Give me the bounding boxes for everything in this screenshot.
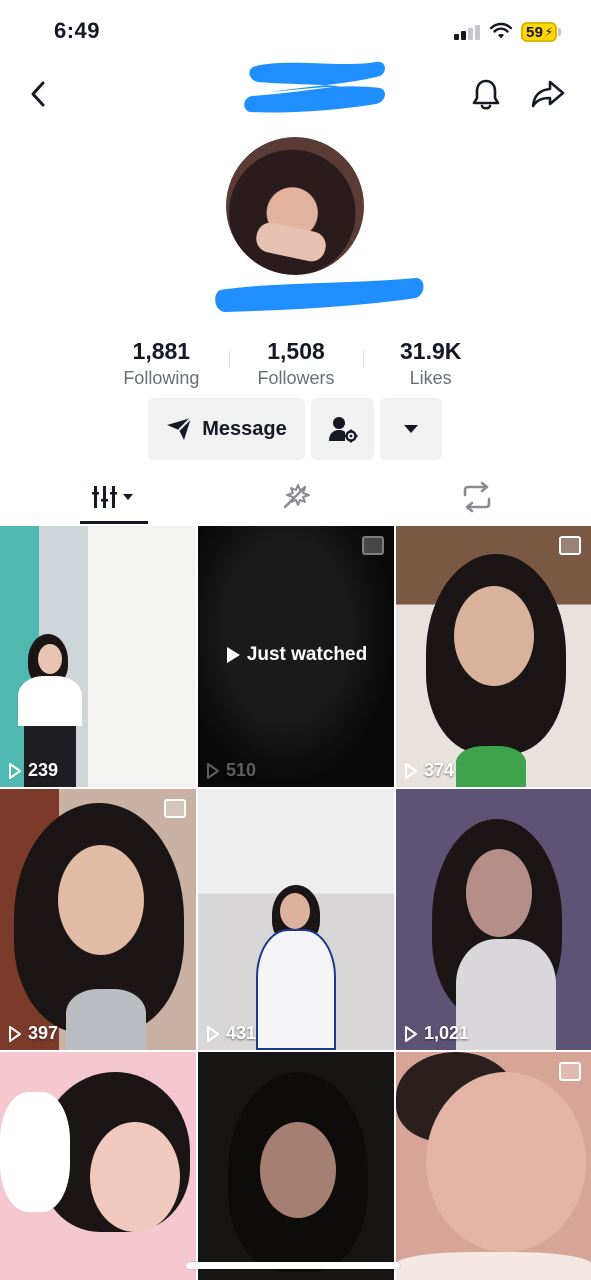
view-count: 397 <box>8 1023 58 1044</box>
share-profile-button[interactable] <box>526 74 570 114</box>
repost-icon <box>463 481 491 513</box>
bell-icon <box>472 79 500 110</box>
stat-count: 1,881 <box>132 338 191 364</box>
follow-settings-button[interactable] <box>311 398 374 460</box>
view-count: 374 <box>404 760 454 781</box>
stat-label: Following <box>123 368 200 388</box>
charging-bolt-icon: ⚡ <box>544 25 553 39</box>
stat-count: 31.9K <box>399 338 462 364</box>
battery-icon: 59 ⚡ <box>521 22 557 42</box>
video-thumbnail[interactable]: 239 <box>0 526 196 787</box>
stat-followers[interactable]: 1,508 Followers <box>228 336 364 392</box>
photo-post-icon <box>559 536 581 555</box>
view-count-value: 510 <box>226 760 257 780</box>
chevron-left-icon <box>31 81 45 107</box>
photo-post-icon <box>559 1062 581 1081</box>
thumbnail-face <box>454 586 534 686</box>
thumbnail-shirt <box>396 1252 591 1280</box>
play-outline-icon <box>207 1025 219 1042</box>
play-outline-icon <box>9 1025 21 1042</box>
view-count-value: 397 <box>28 1023 59 1043</box>
view-count: 1,021 <box>404 1023 469 1044</box>
video-thumbnail-just-watched[interactable]: Just watched 510 <box>198 526 394 787</box>
avatar-photo-detail <box>253 220 329 264</box>
play-outline-icon <box>405 1025 417 1042</box>
send-paper-plane-icon <box>167 417 192 440</box>
thumbnail-face <box>466 849 532 937</box>
stat-following[interactable]: 1,881 Following <box>94 336 229 392</box>
video-thumbnail[interactable] <box>198 1052 394 1280</box>
profile-avatar[interactable] <box>226 137 364 275</box>
video-thumbnail[interactable]: 431 <box>198 789 394 1050</box>
wifi-icon <box>490 22 512 39</box>
play-filled-icon <box>226 647 240 663</box>
video-thumbnail[interactable] <box>396 1052 591 1280</box>
message-button-label: Message <box>202 417 287 440</box>
stat-divider <box>363 350 365 368</box>
share-arrow-icon <box>531 80 565 108</box>
redacted-display-name <box>215 278 424 312</box>
battery-nub <box>558 28 561 36</box>
thumbnail-shirt <box>18 676 82 726</box>
view-count-value: 374 <box>424 760 455 780</box>
thumbnail-face <box>426 1072 586 1252</box>
redacted-username <box>244 61 385 113</box>
just-watched-label: Just watched <box>198 644 394 666</box>
tab-videos[interactable] <box>80 470 148 524</box>
battery-level: 59 <box>526 24 544 41</box>
message-button[interactable]: Message <box>148 398 305 460</box>
active-tab-indicator <box>80 521 148 524</box>
video-thumbnail[interactable] <box>0 1052 196 1280</box>
stat-likes[interactable]: 31.9K Likes <box>363 336 498 392</box>
home-indicator <box>186 1262 400 1269</box>
thumbnail-plush <box>0 1092 70 1212</box>
video-thumbnail[interactable]: 374 <box>396 526 591 787</box>
notification-bell-button[interactable] <box>466 74 506 114</box>
videos-grid-icon <box>92 486 133 508</box>
play-outline-icon <box>9 762 21 779</box>
thumbnail-shirt <box>256 929 336 1050</box>
thumbnail-shirt <box>456 746 526 787</box>
video-grid: 239 Just watched 510 374 397 431 1,021 <box>0 526 591 1280</box>
video-thumbnail[interactable]: 1,021 <box>396 789 591 1050</box>
view-count-value: 1,021 <box>424 1023 470 1043</box>
cellular-signal-icon <box>454 24 482 40</box>
view-count: 431 <box>206 1023 256 1044</box>
view-count-value: 431 <box>226 1023 257 1043</box>
status-time: 6:49 <box>54 18 101 43</box>
profile-tabs <box>0 470 591 524</box>
thumbnail-shirt <box>66 989 146 1050</box>
thumbnail-shirt <box>456 939 556 1050</box>
stat-count: 1,508 <box>267 338 325 364</box>
view-count: 239 <box>8 760 58 781</box>
just-watched-text: Just watched <box>246 644 368 665</box>
view-count: 510 <box>206 760 256 781</box>
stat-label: Followers <box>257 368 335 388</box>
tab-repost[interactable] <box>443 470 511 524</box>
sparkle-liked-icon <box>283 484 310 509</box>
video-thumbnail[interactable]: 397 <box>0 789 196 1050</box>
view-count-value: 239 <box>28 760 59 780</box>
back-button[interactable] <box>18 74 58 114</box>
stat-label: Likes <box>409 368 452 388</box>
stat-divider <box>228 350 230 368</box>
photo-post-icon <box>362 536 384 555</box>
status-bar: 6:49 59 ⚡ <box>0 0 591 62</box>
photo-post-icon <box>164 799 186 818</box>
thumbnail-face <box>58 845 144 955</box>
more-options-dropdown-button[interactable] <box>380 398 442 460</box>
caret-down-icon <box>404 425 418 433</box>
play-outline-icon <box>405 762 417 779</box>
user-settings-icon <box>328 417 357 443</box>
thumbnail-face <box>90 1122 180 1232</box>
play-outline-icon <box>207 762 219 779</box>
thumbnail-face <box>38 644 62 674</box>
thumbnail-face <box>280 893 310 929</box>
thumbnail-face <box>260 1122 336 1218</box>
tab-liked[interactable] <box>262 470 330 524</box>
profile-stats: 1,881 Following 1,508 Followers 31.9K Li… <box>94 336 498 392</box>
